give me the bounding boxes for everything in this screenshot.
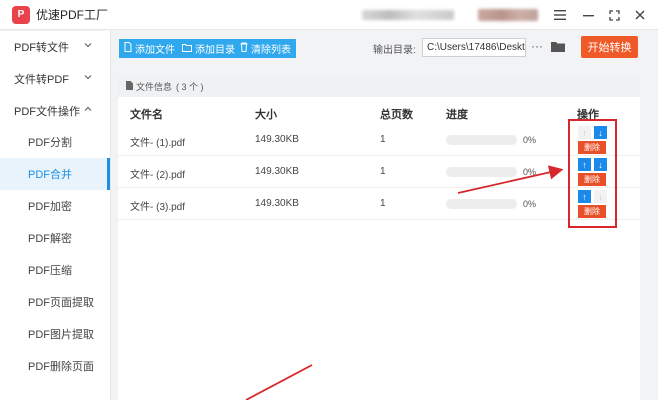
sidebar: PDF转文件 文件转PDF PDF文件操作 PDF分割 PDF合并 PDF加密 … [0,31,111,400]
sidebar-item-pdf-decrypt[interactable]: PDF解密 [0,222,110,254]
blurred-user-info [362,10,454,20]
menu-icon[interactable] [550,6,570,24]
browse-button[interactable]: ··· [530,38,544,57]
sidebar-item-pdf-merge[interactable]: PDF合并 [0,158,110,190]
trash-icon [240,42,248,55]
file-name: 文件- (3).pdf [130,202,186,213]
file-info-icon [126,81,133,92]
column-header-pages: 总页数 [380,109,413,121]
column-header-size: 大小 [255,109,277,121]
sidebar-item-pdf-compress[interactable]: PDF压缩 [0,254,110,286]
title-bar: P 优速PDF工厂 [0,0,658,30]
chevron-down-icon [84,40,92,51]
file-size: 149.30KB [255,134,299,145]
progress-bar [446,167,517,177]
chevron-up-icon [84,104,92,115]
annotation-highlight-box [568,119,617,228]
column-header-name: 文件名 [130,109,163,121]
file-icon [124,42,132,55]
clear-list-label: 清除列表 [251,45,291,56]
blurred-account-info [478,9,538,21]
app-title: 优速PDF工厂 [36,8,109,22]
folder-icon [182,43,192,55]
sidebar-item-pdf-page-extract[interactable]: PDF页面提取 [0,286,110,318]
file-name: 文件- (1).pdf [130,138,186,149]
close-icon[interactable] [630,6,650,24]
progress-percent: 0% [523,199,537,209]
output-directory-label: 输出目录: [373,45,416,56]
output-path-field[interactable]: C:\Users\17486\Deskto [422,38,526,57]
open-folder-icon[interactable] [551,41,565,52]
chevron-down-icon [84,72,92,83]
sidebar-item-pdf-split[interactable]: PDF分割 [0,126,110,158]
file-size: 149.30KB [255,166,299,177]
file-list-panel: 文件信息 ( 3 个 ) 文件名 大小 总页数 进度 操作 文件- (1).pd… [118,76,640,400]
page-count: 1 [380,134,386,145]
minimize-icon[interactable] [578,6,598,24]
table-row: 文件- (1).pdf 149.30KB 1 0% ↑ ↓ 删除 [118,124,640,156]
sidebar-group-label: PDF转文件 [14,41,69,54]
add-file-button[interactable]: 添加文件 [119,39,180,58]
progress-bar [446,199,517,209]
app-logo: P [12,5,30,24]
add-folder-button[interactable]: 添加目录 [177,39,240,58]
column-header-progress: 进度 [446,109,468,121]
sidebar-group-label: 文件转PDF [14,73,69,86]
sidebar-group-pdf-operations[interactable]: PDF文件操作 [0,95,110,126]
maximize-icon[interactable] [604,6,624,24]
page-count: 1 [380,198,386,209]
file-info-header: 文件信息 ( 3 个 ) [118,76,640,97]
file-size: 149.30KB [255,198,299,209]
progress-percent: 0% [523,167,537,177]
sidebar-item-pdf-image-extract[interactable]: PDF图片提取 [0,318,110,350]
sidebar-item-pdf-delete-pages[interactable]: PDF删除页面 [0,350,110,382]
table-row: 文件- (3).pdf 149.30KB 1 0% ↑ ↓ 删除 [118,188,640,220]
file-info-title: 文件信息 [136,82,173,92]
sidebar-group-pdf-to-file[interactable]: PDF转文件 [0,31,110,62]
progress-percent: 0% [523,135,537,145]
page-count: 1 [380,166,386,177]
table-row: 文件- (2).pdf 149.30KB 1 0% ↑ ↓ 删除 [118,156,640,188]
clear-list-button[interactable]: 清除列表 [235,39,296,58]
start-convert-button[interactable]: 开始转换 [581,36,638,58]
sidebar-group-label: PDF文件操作 [14,105,80,118]
add-file-label: 添加文件 [135,45,175,56]
add-folder-label: 添加目录 [195,45,235,56]
sidebar-group-file-to-pdf[interactable]: 文件转PDF [0,63,110,94]
progress-bar [446,135,517,145]
sidebar-item-pdf-encrypt[interactable]: PDF加密 [0,190,110,222]
file-count: ( 3 个 ) [176,82,204,92]
file-name: 文件- (2).pdf [130,170,186,181]
